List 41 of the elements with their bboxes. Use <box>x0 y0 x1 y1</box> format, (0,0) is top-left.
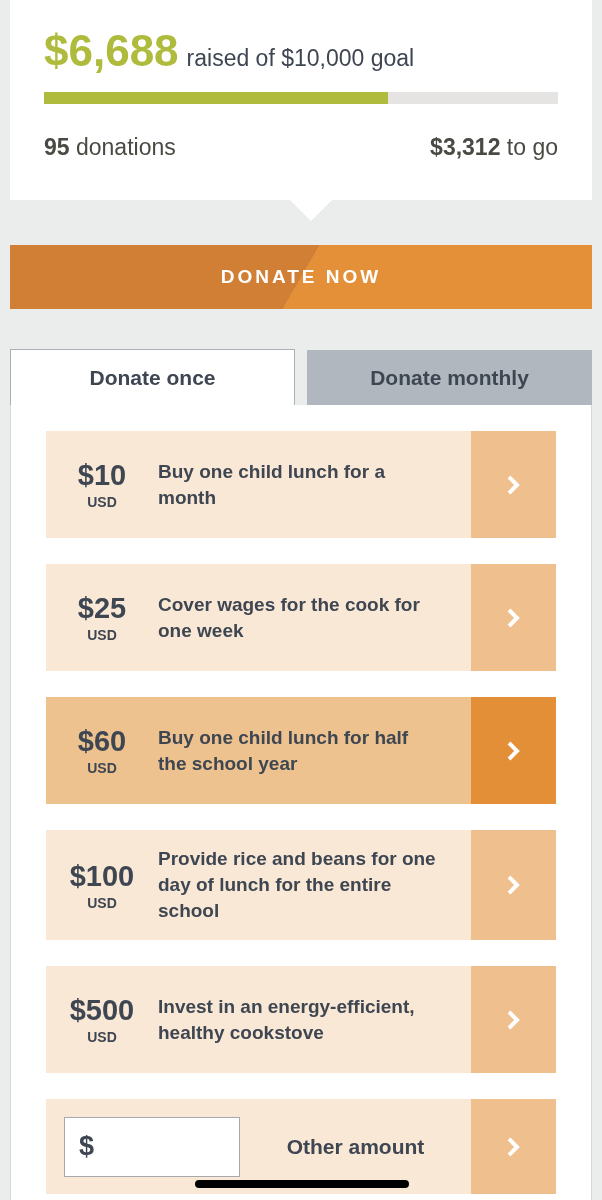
donations-count: 95 donations <box>44 134 176 161</box>
currency: USD <box>87 760 117 776</box>
option-description: Buy one child lunch for a month <box>158 459 386 510</box>
arrow-tab[interactable] <box>471 564 556 671</box>
donation-option[interactable]: $60 USD Buy one child lunch for half the school year <box>46 697 556 804</box>
donation-option[interactable]: $25 USD Cover wages for the cook for one week <box>46 564 556 671</box>
currency: USD <box>87 894 117 911</box>
option-description: Invest in an energy-efficient, healthy cookstove <box>158 994 416 1045</box>
amount: $100 <box>69 859 135 893</box>
chevron-right-icon <box>505 473 522 496</box>
other-amount-label: Other amount <box>285 1134 426 1159</box>
chevron-right-icon <box>505 606 522 629</box>
amount: $25 <box>77 592 127 625</box>
currency: USD <box>87 627 117 643</box>
tab[interactable]: Donate once <box>10 349 295 405</box>
donation-option[interactable]: $10 USD Buy one child lunch for a month <box>46 431 556 538</box>
currency-symbol: $ <box>79 1131 95 1162</box>
chevron-right-icon <box>505 1008 522 1031</box>
arrow-tab[interactable] <box>471 431 556 538</box>
arrow-tab[interactable] <box>471 1099 556 1194</box>
chevron-right-icon <box>505 739 522 762</box>
remaining-amount: $3,312 to go <box>430 134 558 161</box>
tab[interactable]: Donate monthly <box>307 350 592 405</box>
chevron-right-icon <box>505 874 522 896</box>
option-description: Buy one child lunch for half the school year <box>158 725 410 776</box>
amount: $10 <box>77 459 127 492</box>
amount: $60 <box>77 725 127 758</box>
chevron-right-icon <box>505 1135 522 1158</box>
option-description: Cover wages for the cook for one week <box>158 592 421 643</box>
donation-option[interactable]: $500 USD Invest in an energy-efficient, healthy cookstove <box>46 966 556 1073</box>
amount: $500 <box>69 994 135 1027</box>
arrow-tab[interactable] <box>471 966 556 1073</box>
currency: USD <box>87 1029 117 1045</box>
donation-option[interactable]: $100 USD Provide rice and beans for one day of lunch for the entire school <box>46 830 556 940</box>
arrow-tab[interactable] <box>471 697 556 804</box>
option-description: Provide rice and beans for one day of lunch for the entire school <box>158 847 437 923</box>
currency: USD <box>87 494 117 510</box>
arrow-tab[interactable] <box>471 830 556 940</box>
goal-text: raised of $10,000 goal <box>186 45 415 72</box>
amount-input-field[interactable]: $ <box>64 1116 240 1177</box>
raised-amount: $6,688 <box>44 26 179 76</box>
